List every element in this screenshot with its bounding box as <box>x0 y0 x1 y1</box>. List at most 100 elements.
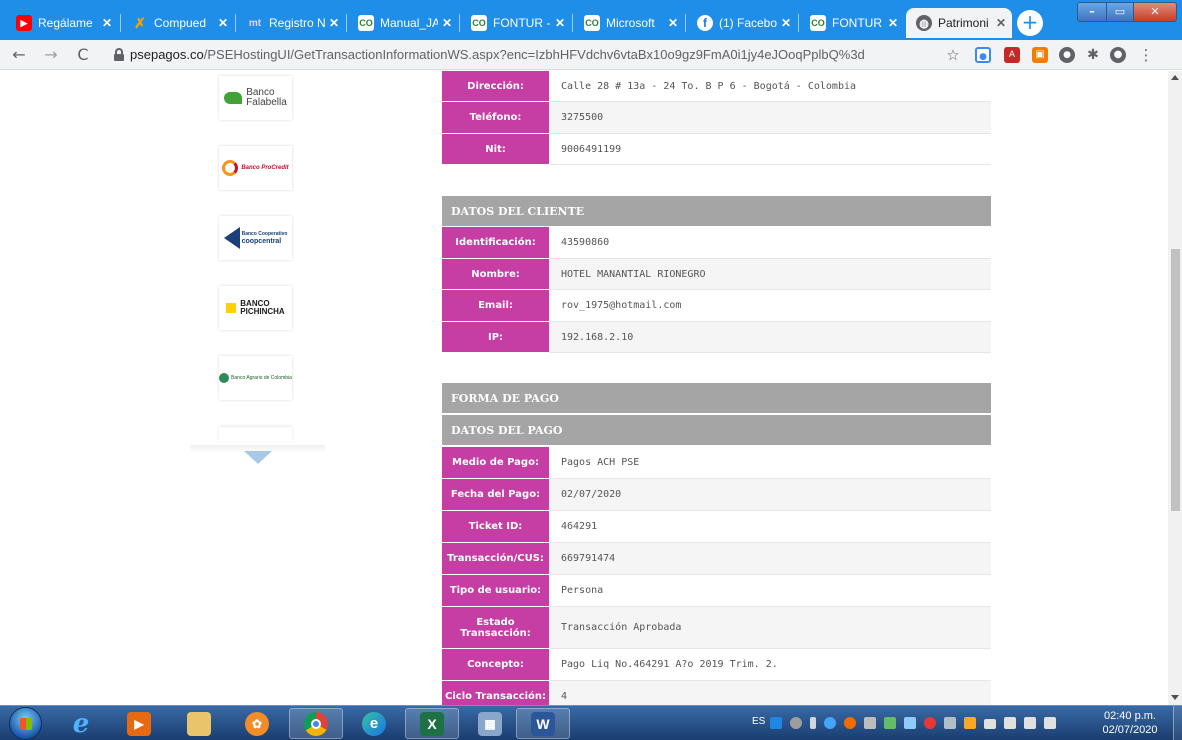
tray-app-icon[interactable] <box>1004 717 1016 729</box>
taskbar-chrome[interactable] <box>289 708 343 739</box>
bank-logo-procredit[interactable]: Banco ProCredit <box>219 146 292 190</box>
help-icon[interactable] <box>790 717 802 729</box>
system-tray: ES 02:40 p.m. 02/07/2020 <box>752 706 1182 740</box>
new-tab-button[interactable]: + <box>1017 10 1043 36</box>
bookmark-star-icon[interactable]: ☆ <box>942 44 964 66</box>
tab-facebook[interactable]: f (1) Facebo ✕ <box>687 8 797 38</box>
tab-fontur-2[interactable]: CO FONTUR - ✕ <box>800 8 904 38</box>
word-icon: W <box>531 711 555 736</box>
taskbar-excel[interactable]: X <box>405 708 459 739</box>
tab-title: Patrimoni <box>938 16 989 30</box>
tab-registro[interactable]: mt Registro N ✕ <box>237 8 345 38</box>
internet-explorer-icon: e <box>72 708 90 739</box>
volume-icon[interactable] <box>1024 717 1036 729</box>
field-label: Dirección: <box>442 71 549 102</box>
puzzle-extensions-icon[interactable]: ✱ <box>1085 47 1101 63</box>
minimize-button[interactable]: – <box>1077 2 1107 22</box>
back-button[interactable]: ← <box>8 44 30 66</box>
bank-logo-coopcentral[interactable]: Banco Cooperativo coopcentral <box>219 216 292 260</box>
close-icon[interactable]: ✕ <box>996 16 1006 30</box>
close-icon[interactable]: ✕ <box>102 16 112 30</box>
close-icon[interactable]: ✕ <box>668 16 678 30</box>
reload-button[interactable]: C <box>72 44 94 66</box>
tray-app-icon[interactable] <box>964 717 976 729</box>
profile-avatar-icon[interactable]: ● <box>1110 47 1126 63</box>
windows-taskbar: e ▶ ✿ e X ▦ W ES 02:40 p.m. 02/07/2020 <box>0 705 1182 740</box>
close-window-button[interactable]: ✕ <box>1133 2 1177 22</box>
close-icon[interactable]: ✕ <box>888 16 898 30</box>
start-button[interactable] <box>9 707 42 740</box>
falabella-leaf-icon <box>224 92 243 104</box>
tab-patrimonio-active[interactable]: ◍ Patrimoni ✕ <box>906 8 1012 38</box>
close-icon[interactable]: ✕ <box>442 16 452 30</box>
taskbar-edge[interactable]: e <box>347 708 401 739</box>
scroll-up-arrow-icon[interactable] <box>1171 75 1179 80</box>
taskbar-word[interactable]: W <box>516 708 570 739</box>
fontur-icon: CO <box>584 15 600 31</box>
bank-logo-partial[interactable] <box>219 427 292 441</box>
shopping-extension-icon[interactable]: ▣ <box>1032 47 1048 63</box>
tab-title: Manual_JA <box>380 16 438 30</box>
maximize-button[interactable]: ▭ <box>1106 2 1134 22</box>
pdf-extension-icon[interactable]: A <box>1004 47 1020 63</box>
row-nombre: Nombre: HOTEL MANANTIAL RIONEGRO <box>442 259 991 290</box>
taskbar-internet-explorer[interactable]: e <box>54 708 108 739</box>
edge-icon: e <box>362 711 386 736</box>
tray-app-icon[interactable] <box>904 717 916 729</box>
vertical-scrollbar[interactable] <box>1168 71 1182 705</box>
language-indicator[interactable]: ES <box>752 716 765 727</box>
close-icon[interactable]: ✕ <box>781 16 791 30</box>
field-value-email: rov_1975@hotmail.com <box>549 290 991 322</box>
bank-logo-agrario[interactable]: Banco Agrario de Colombia <box>219 356 292 400</box>
flag-icon[interactable] <box>864 717 876 729</box>
field-label: IP: <box>442 322 549 353</box>
field-label: Transacción/CUS: <box>442 543 549 575</box>
field-value-nombre: HOTEL MANANTIAL RIONEGRO <box>549 259 991 290</box>
close-icon[interactable]: ✕ <box>555 16 565 30</box>
row-tipo-usuario: Tipo de usuario: Persona <box>442 575 991 607</box>
field-value-cus: 669791474 <box>549 543 991 575</box>
scroll-down-arrow-icon[interactable] <box>1171 695 1179 700</box>
youtube-icon: ▶ <box>16 15 32 31</box>
scrollbar-thumb[interactable] <box>1171 249 1180 511</box>
network-signal-icon[interactable] <box>984 719 996 729</box>
tray-app-icon[interactable] <box>844 717 856 729</box>
tab-title: FONTUR - <box>832 16 884 30</box>
tray-app-icon[interactable] <box>884 717 896 729</box>
bank-logo-pichincha[interactable]: BANCO PICHINCHA <box>219 286 292 330</box>
tab-regalame[interactable]: ▶ Regálame ✕ <box>6 8 118 38</box>
clock[interactable]: 02:40 p.m. 02/07/2020 <box>1090 709 1170 737</box>
section-header-datos-cliente: DATOS DEL CLIENTE <box>442 196 991 227</box>
chat-extension-icon[interactable]: ● <box>1059 47 1075 63</box>
tab-microsoft[interactable]: CO Microsoft ✕ <box>574 8 684 38</box>
close-icon[interactable]: ✕ <box>218 16 228 30</box>
taskbar-calculator[interactable]: ▦ <box>463 708 517 739</box>
section-header-datos-pago: DATOS DEL PAGO <box>442 415 991 446</box>
taskbar-file-explorer[interactable] <box>172 708 226 739</box>
tab-title: (1) Facebo <box>719 16 777 30</box>
tab-compued[interactable]: ✗ Compued ✕ <box>122 8 234 38</box>
tab-manual[interactable]: CO Manual_JA ✕ <box>348 8 458 38</box>
tray-app-icon[interactable] <box>824 717 836 729</box>
row-fecha-pago: Fecha del Pago: 02/07/2020 <box>442 479 991 511</box>
tray-app-icon[interactable] <box>1044 717 1056 729</box>
tray-app-icon[interactable] <box>770 717 782 729</box>
tray-app-icon[interactable] <box>944 717 956 729</box>
procredit-swirl-icon <box>222 160 239 176</box>
show-desktop-button[interactable] <box>1173 706 1182 740</box>
bank-logo-falabella[interactable]: Banco Falabella <box>219 76 292 120</box>
tray-app-icon[interactable] <box>924 717 936 729</box>
taskbar-media-player[interactable]: ▶ <box>112 708 166 739</box>
tab-fontur-1[interactable]: CO FONTUR - ✕ <box>461 8 571 38</box>
url-text[interactable]: psepagos.co/PSEHostingUI/GetTransactionI… <box>130 47 865 62</box>
menu-kebab-icon[interactable]: ⋮ <box>1138 47 1154 63</box>
address-bar[interactable]: psepagos.co/PSEHostingUI/GetTransactionI… <box>104 43 934 67</box>
extension-icon[interactable]: ● <box>975 47 991 63</box>
close-icon[interactable]: ✕ <box>329 16 339 30</box>
taskbar-app-orange[interactable]: ✿ <box>230 708 284 739</box>
forward-button[interactable]: → <box>40 44 62 66</box>
row-transaccion-cus: Transacción/CUS: 669791474 <box>442 543 991 575</box>
usb-icon[interactable] <box>810 717 816 729</box>
carousel-down-arrow-icon[interactable] <box>244 451 272 464</box>
field-label: Fecha del Pago: <box>442 479 549 511</box>
